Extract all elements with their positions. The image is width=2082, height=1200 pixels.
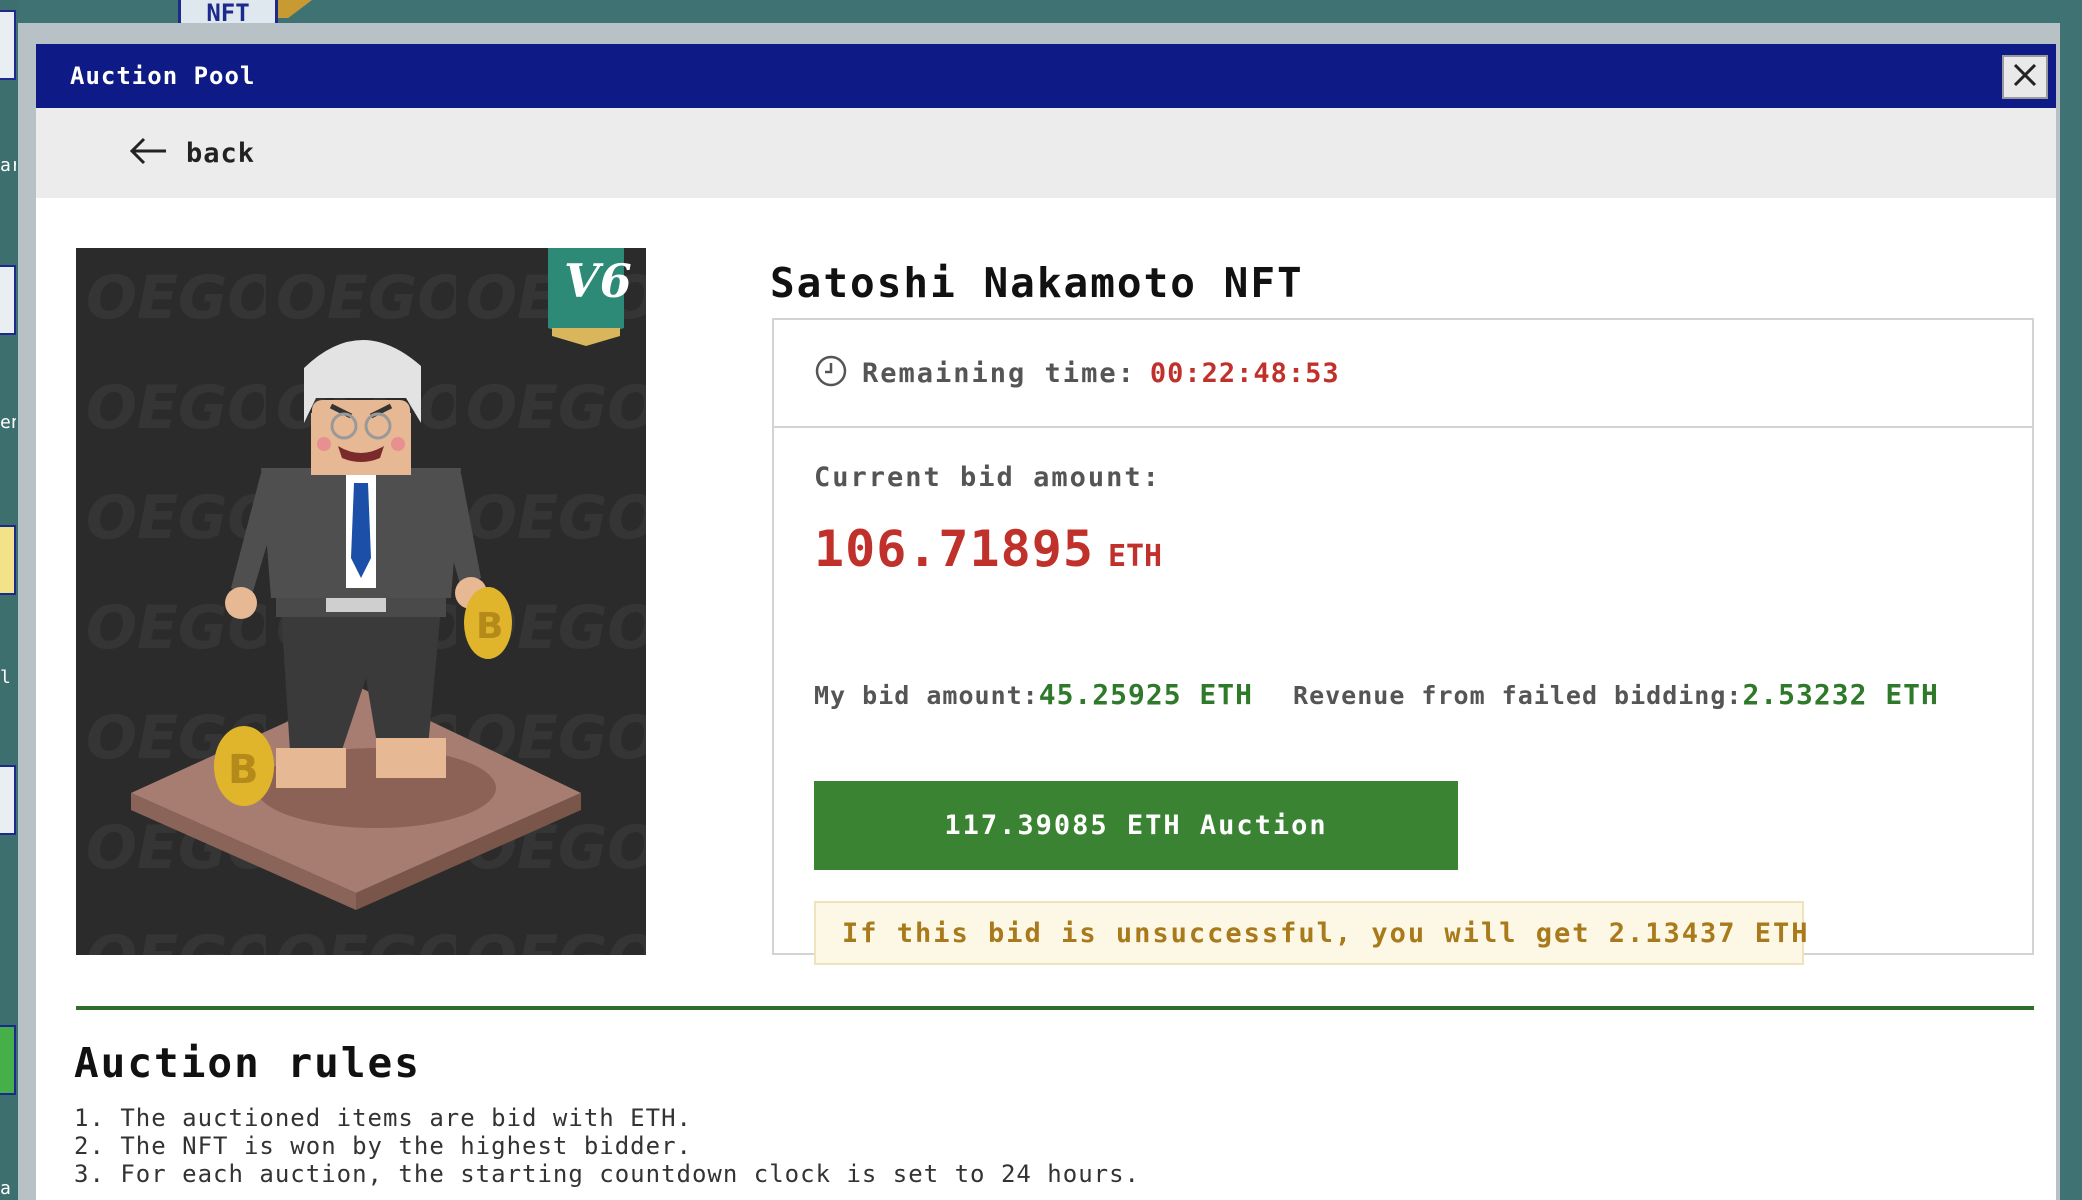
- desktop-icon-label: a: [0, 1178, 11, 1199]
- desktop-icon-tag: [278, 0, 312, 18]
- failed-revenue-label: Revenue from failed bidding:: [1293, 681, 1743, 710]
- desktop-icon[interactable]: [0, 765, 16, 835]
- my-bid-label: My bid amount:: [814, 681, 1039, 710]
- auction-pool-window: Auction Pool back OEGO: [18, 23, 2060, 1200]
- desktop-icon[interactable]: [0, 525, 16, 595]
- unsuccessful-bid-note: If this bid is unsuccessful, you will ge…: [814, 901, 1808, 965]
- section-divider: [76, 1006, 2034, 1010]
- desktop-icon[interactable]: [0, 10, 16, 80]
- back-label: back: [186, 137, 256, 169]
- auction-rules-list: 1. The auctioned items are bid with ETH.…: [74, 1104, 1140, 1188]
- desktop-icon[interactable]: [0, 265, 16, 335]
- desktop-icon-label: ar: [0, 155, 16, 176]
- current-bid-label: Current bid amount:: [814, 462, 1161, 493]
- nft-title: Satoshi Nakamoto NFT: [770, 259, 1304, 307]
- my-bid-value: 45.25925 ETH: [1038, 678, 1254, 711]
- desktop-icon-label: l: [0, 667, 11, 688]
- rule-item: 1. The auctioned items are bid with ETH.: [74, 1104, 692, 1132]
- current-bid-value: 106.71895: [814, 520, 1094, 578]
- bid-stats-row: My bid amount: 45.25925 ETH Revenue from…: [814, 678, 1939, 711]
- svg-text:B: B: [228, 747, 259, 793]
- arrow-left-icon: [128, 136, 168, 170]
- window-body: Auction Pool back OEGO: [36, 44, 2056, 1200]
- desktop-icon[interactable]: [0, 1025, 16, 1095]
- rule-item: 2. The NFT is won by the highest bidder.: [74, 1132, 692, 1160]
- remaining-time-row: Remaining time: 00:22:48:53: [774, 320, 2032, 428]
- nft-image: OEGO: [76, 248, 646, 955]
- window-title: Auction Pool: [70, 62, 256, 90]
- remaining-time-label: Remaining time:: [862, 357, 1136, 389]
- auction-rules-title: Auction rules: [74, 1039, 421, 1087]
- desktop-side-icons: ar en l a: [0, 0, 18, 1200]
- navigation-bar: back: [36, 108, 2056, 198]
- remaining-time-value: 00:22:48:53: [1149, 357, 1340, 389]
- rule-item: 3. For each auction, the starting countd…: [74, 1160, 1140, 1188]
- close-button[interactable]: [2002, 55, 2048, 99]
- current-bid-unit: ETH: [1107, 539, 1163, 574]
- failed-revenue-value: 2.53232 ETH: [1742, 678, 1939, 711]
- window-titlebar[interactable]: Auction Pool: [36, 44, 2056, 108]
- auction-info-panel: Remaining time: 00:22:48:53 Current bid …: [772, 318, 2034, 965]
- back-button[interactable]: back: [128, 130, 255, 176]
- close-icon: [2011, 61, 2039, 93]
- auction-bid-button[interactable]: 117.39085 ETH Auction: [814, 781, 1458, 870]
- clock-icon: [814, 354, 848, 392]
- desktop-icon-label: en: [0, 412, 16, 433]
- current-bid-amount: 106.71895 ETH: [814, 520, 1162, 578]
- version-badge: V6: [564, 254, 632, 308]
- svg-text:B: B: [476, 606, 503, 647]
